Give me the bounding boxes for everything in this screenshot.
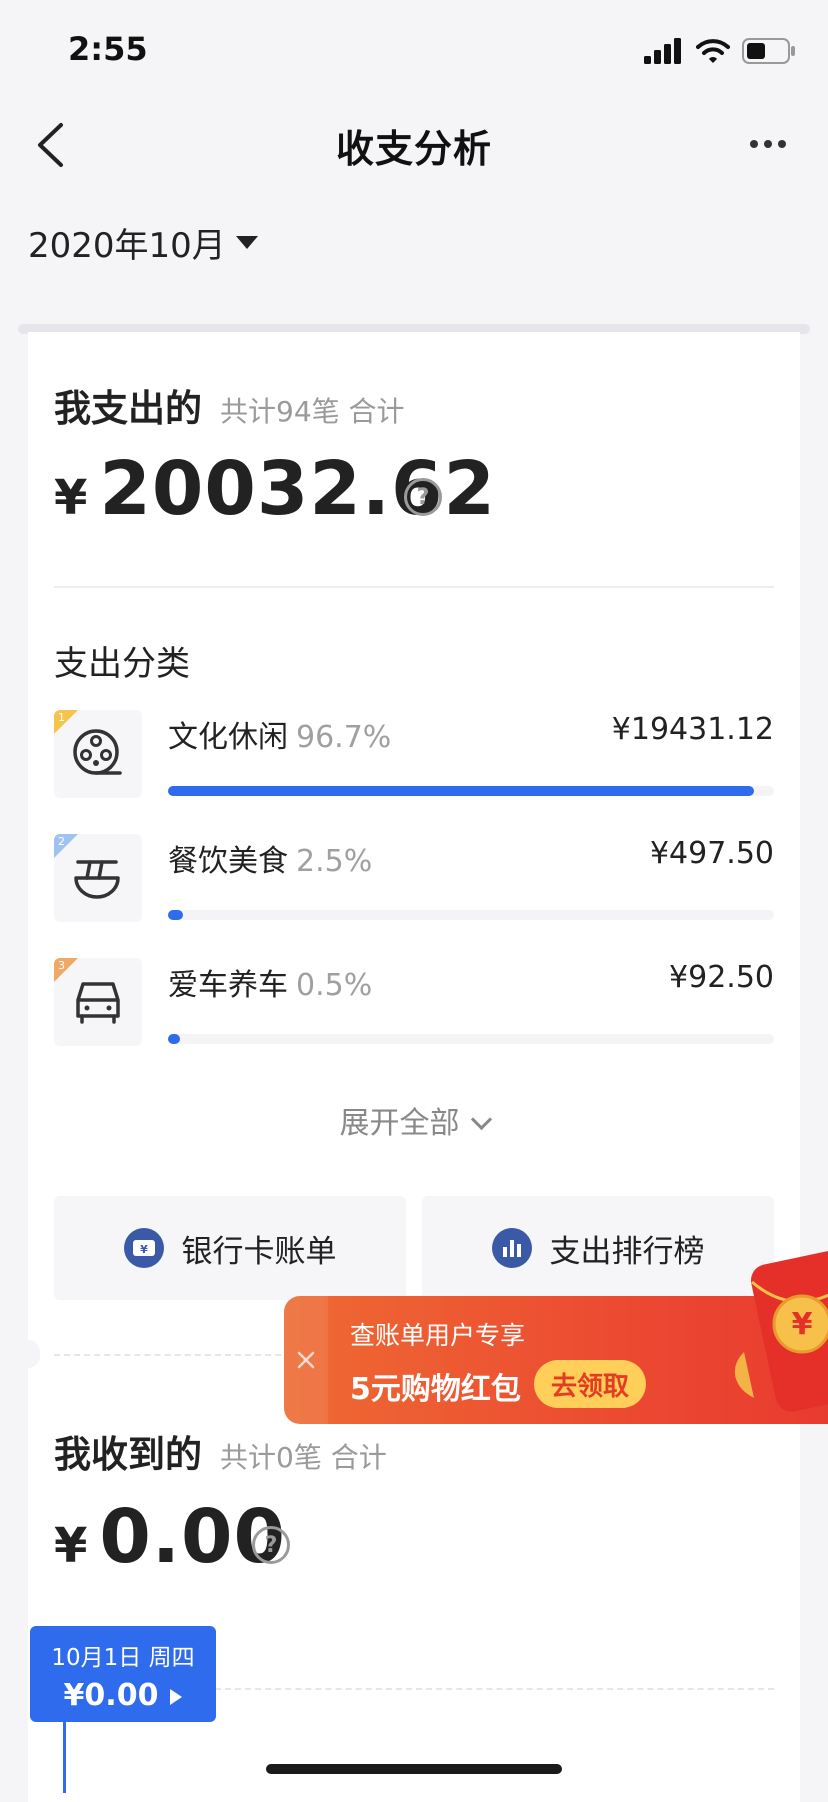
- tooltip-date: 10月1日 周四: [51, 1645, 195, 1671]
- car-icon: [76, 982, 120, 1024]
- svg-text:¥: ¥: [140, 1243, 148, 1256]
- category-percent: 2.5%: [296, 844, 373, 879]
- expense-header: 我支出的 共计94笔 合计: [54, 378, 405, 432]
- chevron-left-icon: [38, 123, 63, 167]
- red-envelope-icon: ¥: [734, 1251, 828, 1412]
- chevron-down-icon: [470, 1108, 492, 1131]
- category-percent: 96.7%: [296, 720, 392, 755]
- promo-close-button[interactable]: [284, 1296, 328, 1424]
- category-name: 文化休闲 96.7%: [168, 720, 392, 755]
- income-total: ¥ 0.00: [54, 1494, 286, 1580]
- expand-all-label: 展开全部: [339, 1106, 460, 1141]
- status-time: 2:55: [68, 30, 148, 68]
- bank-card-bill-button[interactable]: ¥ 银行卡账单: [54, 1196, 406, 1300]
- tooltip-value: ¥0.00: [30, 1678, 216, 1713]
- category-amount: ¥497.50: [649, 836, 774, 871]
- bar-chart-icon: [491, 1228, 532, 1268]
- divider: [54, 586, 774, 588]
- expense-summary: 共计94笔 合计: [220, 395, 405, 428]
- income-header: 我收到的 共计0笔 合计: [54, 1424, 387, 1478]
- category-bar-fill: [168, 910, 183, 920]
- promo-subtitle: 查账单用户专享: [350, 1321, 526, 1350]
- income-help-icon[interactable]: ?: [252, 1526, 290, 1564]
- film-reel-icon: [73, 729, 122, 775]
- income-title: 我收到的: [54, 1433, 202, 1476]
- expense-help-icon[interactable]: ?: [404, 478, 442, 516]
- back-button[interactable]: [30, 118, 70, 172]
- promo-banner[interactable]: 查账单用户专享 5元购物红包 去领取 ¥: [284, 1251, 828, 1424]
- play-arrow-icon: [170, 1689, 183, 1705]
- category-bar-track: [168, 1034, 774, 1044]
- expense-title: 我支出的: [54, 387, 202, 430]
- caret-down-icon: [235, 236, 258, 249]
- expense-currency: ¥: [54, 470, 88, 526]
- category-amount: ¥92.50: [669, 960, 774, 995]
- category-bar-fill: [168, 786, 754, 796]
- promo-title: 5元购物红包: [350, 1372, 521, 1407]
- category-bar-track: [168, 910, 774, 920]
- category-bar-track: [168, 786, 774, 796]
- category-icon-tile[interactable]: 1: [54, 710, 142, 798]
- wifi-icon: [696, 39, 730, 63]
- category-icon-tile[interactable]: 3: [54, 958, 142, 1046]
- rank-number: 1: [58, 711, 65, 724]
- category-name: 爱车养车 0.5%: [168, 968, 373, 1003]
- chart-cursor-line: [63, 1722, 66, 1793]
- rank-number: 3: [58, 959, 65, 972]
- category-title: 支出分类: [54, 644, 190, 684]
- category-percent: 0.5%: [296, 968, 373, 1003]
- income-summary: 共计0笔 合计: [220, 1441, 387, 1474]
- more-button[interactable]: [738, 124, 798, 164]
- signal-icon: [644, 38, 681, 64]
- noodle-bowl-icon: [74, 860, 120, 899]
- expand-all-button[interactable]: 展开全部: [0, 1098, 828, 1142]
- month-label: 2020年10月: [28, 226, 226, 266]
- category-name: 餐饮美食 2.5%: [168, 844, 373, 879]
- bank-card-bill-label: 银行卡账单: [181, 1233, 337, 1270]
- category-icon-tile[interactable]: 2: [54, 834, 142, 922]
- status-icons: [644, 36, 796, 66]
- battery-icon: [742, 38, 795, 64]
- coin-symbol: ¥: [792, 1307, 813, 1342]
- close-icon: [297, 1351, 315, 1369]
- category-amount: ¥19431.12: [611, 712, 774, 747]
- income-currency: ¥: [54, 1518, 88, 1574]
- month-selector[interactable]: 2020年10月: [28, 218, 258, 267]
- analysis-card: [28, 332, 800, 1802]
- expense-ranking-label: 支出排行榜: [549, 1233, 705, 1270]
- rank-number: 2: [58, 835, 65, 848]
- home-indicator: [266, 1764, 562, 1774]
- promo-claim-button[interactable]: 去领取: [534, 1360, 646, 1408]
- page-title: 收支分析: [335, 127, 492, 171]
- more-dots-icon: [750, 140, 758, 148]
- category-bar-fill: [168, 1034, 180, 1044]
- chart-tooltip[interactable]: 10月1日 周四 ¥0.00: [30, 1626, 216, 1722]
- card-notch: [16, 1340, 40, 1368]
- bank-card-icon: ¥: [123, 1228, 164, 1268]
